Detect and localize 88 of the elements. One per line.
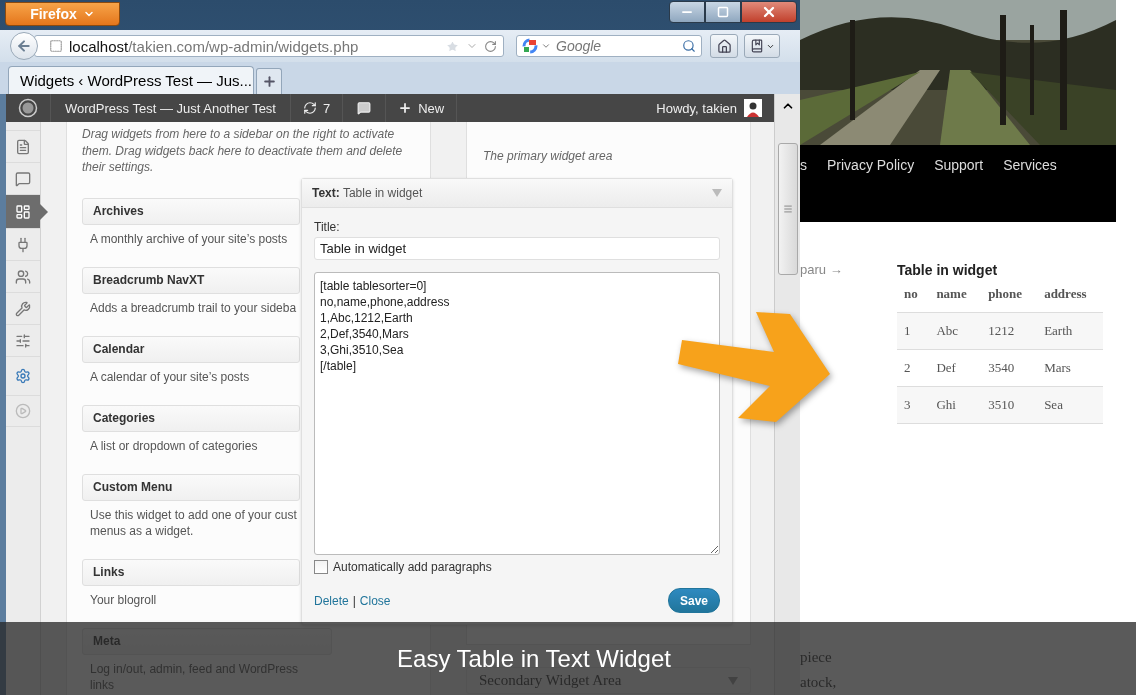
widget-title[interactable]: Archives bbox=[82, 197, 300, 225]
maximize-button[interactable] bbox=[705, 1, 741, 23]
column-header: no bbox=[897, 284, 930, 313]
comment-icon bbox=[357, 101, 372, 115]
widget-title[interactable]: Calendar bbox=[82, 335, 300, 363]
back-icon bbox=[16, 38, 32, 54]
plus-icon bbox=[261, 74, 277, 89]
widget-title[interactable]: Breadcrumb NavXT bbox=[82, 266, 300, 294]
bookmarks-icon bbox=[749, 39, 764, 53]
previous-post-link[interactable]: paru → bbox=[800, 262, 897, 424]
widget-heading: Table in widget bbox=[897, 262, 999, 278]
active-pointer bbox=[40, 203, 48, 220]
column-header: address bbox=[1037, 284, 1103, 313]
checkbox[interactable] bbox=[314, 560, 328, 574]
close-link[interactable]: Close bbox=[359, 593, 391, 608]
widget-editor-title: Text: Table in widget bbox=[312, 186, 423, 200]
back-button[interactable] bbox=[10, 32, 38, 60]
comment-icon bbox=[15, 170, 31, 187]
title-input[interactable]: Table in widget bbox=[314, 237, 720, 260]
page-icon bbox=[49, 39, 63, 53]
gear-icon bbox=[15, 368, 31, 384]
plus-icon bbox=[398, 101, 413, 115]
area-description: The primary widget area bbox=[483, 149, 613, 163]
content-textarea[interactable]: [table tablesorter=0] no,name,phone,address 1,Abc,1212,Earth 2,Def,3540,Mars 3,Ghi,3510,Sea [/table] bbox=[314, 272, 720, 555]
close-button[interactable] bbox=[741, 1, 797, 23]
search-input[interactable]: Google bbox=[554, 37, 658, 55]
layout-icon bbox=[15, 203, 31, 220]
table-cell: Earth bbox=[1037, 312, 1103, 350]
grip-icon bbox=[782, 204, 793, 214]
widget-title[interactable]: Custom Menu bbox=[82, 473, 300, 501]
widget-description: A list or dropdown of categories bbox=[90, 437, 258, 454]
play-icon bbox=[15, 403, 31, 419]
pages-icon bbox=[15, 138, 31, 155]
logo-icon[interactable] bbox=[18, 98, 38, 118]
new-tab-button[interactable] bbox=[256, 68, 282, 94]
table-cell: 2 bbox=[897, 349, 930, 387]
widget-title[interactable]: Categories bbox=[82, 404, 300, 432]
greeting-link[interactable]: Howdy, takien bbox=[656, 100, 737, 116]
caption-text: Easy Table in Text Widget bbox=[397, 644, 671, 673]
checkbox-label: Automatically add paragraphs bbox=[333, 560, 492, 574]
table-cell: Mars bbox=[1037, 349, 1103, 387]
column-header: phone bbox=[981, 284, 1038, 313]
settings-icon bbox=[15, 332, 31, 349]
scroll-thumb[interactable] bbox=[777, 143, 798, 275]
table-cell: 1 bbox=[897, 312, 930, 350]
table-cell: Ghi bbox=[929, 386, 982, 424]
users-icon bbox=[15, 268, 31, 285]
title-label: Title: bbox=[314, 220, 341, 234]
minimize-button[interactable] bbox=[669, 1, 705, 23]
browser-tab[interactable]: Widgets ‹ WordPress Test — Jus... bbox=[8, 66, 254, 94]
widget-description: A monthly archive of your site’s posts bbox=[90, 230, 288, 247]
url-field[interactable]: localhost/takien.com/wp-admin/widgets.php bbox=[34, 35, 504, 57]
reload-icon[interactable] bbox=[484, 39, 497, 53]
table-cell: 1212 bbox=[981, 312, 1038, 350]
refresh-icon bbox=[303, 101, 317, 115]
bookmarks-button[interactable] bbox=[744, 34, 780, 58]
nav-link[interactable]: Support bbox=[934, 157, 984, 173]
panel-description: Drag widgets from here to a sidebar on the right to activate them. Drag widgets back here to deactivate them and delete their settings. bbox=[82, 126, 404, 176]
save-button[interactable]: Save bbox=[668, 588, 720, 613]
search-engine-icon bbox=[522, 38, 538, 54]
widget-title[interactable]: Links bbox=[82, 558, 300, 586]
nav-link[interactable]: s bbox=[800, 157, 807, 173]
table-cell: 3510 bbox=[981, 386, 1038, 424]
wrench-icon bbox=[15, 300, 31, 317]
plug-icon bbox=[15, 236, 31, 253]
separator: | bbox=[352, 593, 356, 608]
delete-link[interactable]: Delete bbox=[314, 593, 349, 608]
maximize-icon bbox=[717, 6, 729, 18]
home-icon bbox=[716, 38, 732, 54]
column-header: name bbox=[929, 284, 982, 313]
home-button[interactable] bbox=[710, 34, 738, 58]
nav-link[interactable]: Privacy Policy bbox=[827, 157, 915, 173]
search-icon[interactable] bbox=[682, 39, 696, 53]
close-icon bbox=[761, 4, 777, 20]
avatar-icon[interactable] bbox=[744, 99, 762, 117]
widget-description: Adds a breadcrumb trail to your sideba bbox=[90, 299, 297, 316]
site-name-link[interactable]: WordPress Test — Just Another Test bbox=[65, 100, 276, 116]
widget-description: A calendar of your site’s posts bbox=[90, 368, 250, 385]
table-cell: Abc bbox=[929, 312, 982, 350]
search-bar[interactable]: Google bbox=[516, 35, 702, 57]
nav-link[interactable]: Services bbox=[1003, 157, 1057, 173]
widget-description: Use this widget to add one of your cust menus as a widget. bbox=[90, 506, 297, 539]
table-cell: 3540 bbox=[981, 349, 1038, 387]
widget-description: Your blogroll bbox=[90, 591, 157, 608]
table-cell: Sea bbox=[1037, 386, 1103, 424]
caret-icon bbox=[541, 41, 551, 51]
table-cell: Def bbox=[929, 349, 982, 387]
table-cell: 3 bbox=[897, 386, 930, 424]
